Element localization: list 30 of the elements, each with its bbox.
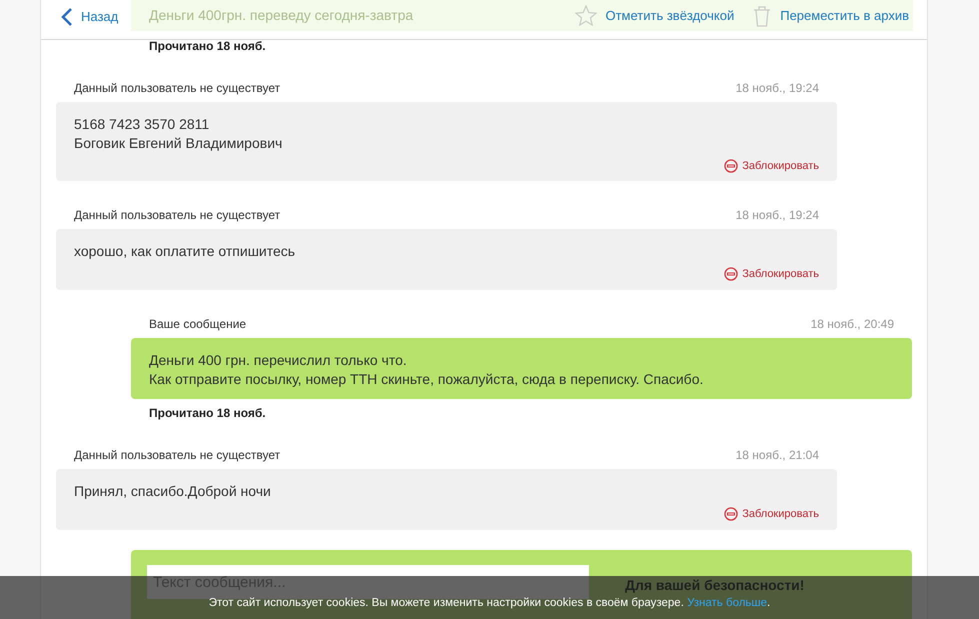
message-time: 18 нояб., 19:24 xyxy=(736,80,819,96)
block-icon xyxy=(724,267,738,281)
message-time: 18 нояб., 21:04 xyxy=(736,447,819,463)
read-status: Прочитано 18 нояб. xyxy=(149,38,267,54)
read-status: Прочитано 18 нояб. xyxy=(149,405,267,421)
message-time: 18 нояб., 20:49 xyxy=(810,316,894,332)
message-time: 18 нояб., 19:24 xyxy=(736,207,819,223)
trash-icon xyxy=(752,4,772,26)
block-icon xyxy=(724,507,738,521)
message-author: Ваше сообщение xyxy=(149,316,246,332)
block-button[interactable]: Заблокировать xyxy=(724,159,819,173)
message-author: Данный пользователь не существует xyxy=(74,447,280,463)
preview-text: Деньги 400грн. переведу сегодня-завтра xyxy=(149,6,414,25)
chevron-left-icon xyxy=(61,8,73,26)
message-text: хорошо, как оплатите отпишитесь xyxy=(74,242,296,261)
archive-button[interactable]: Переместить в архив xyxy=(752,4,909,26)
star-button[interactable]: Отметить звёздочкой xyxy=(575,5,734,26)
block-button[interactable]: Заблокировать xyxy=(724,507,819,521)
message-author: Данный пользователь не существует xyxy=(74,207,280,223)
back-link[interactable]: Назад xyxy=(41,0,131,34)
message-text: 5168 7423 3570 2811 Боговик Евгений Владимирович xyxy=(74,115,284,153)
star-icon xyxy=(575,5,598,26)
message-text: Принял, спасибо.Доброй ночи xyxy=(74,482,272,501)
cookie-notice: Этот сайт использует cookies. Вы можете изменить настройки cookies в своём браузере. Узнать больше. xyxy=(208,596,770,611)
safety-title: Для вашей безопасности! xyxy=(625,576,804,594)
learn-more-link[interactable]: Узнать больше xyxy=(687,596,768,609)
message-author: Данный пользователь не существует xyxy=(74,80,280,96)
message-text: Деньги 400 грн. перечислил только что. Как отправите посылку, номер ТТН скиньте, пожалуйста, сюда в переписку. Спасибо. xyxy=(149,351,704,389)
block-button[interactable]: Заблокировать xyxy=(724,267,819,281)
block-icon xyxy=(724,159,738,173)
